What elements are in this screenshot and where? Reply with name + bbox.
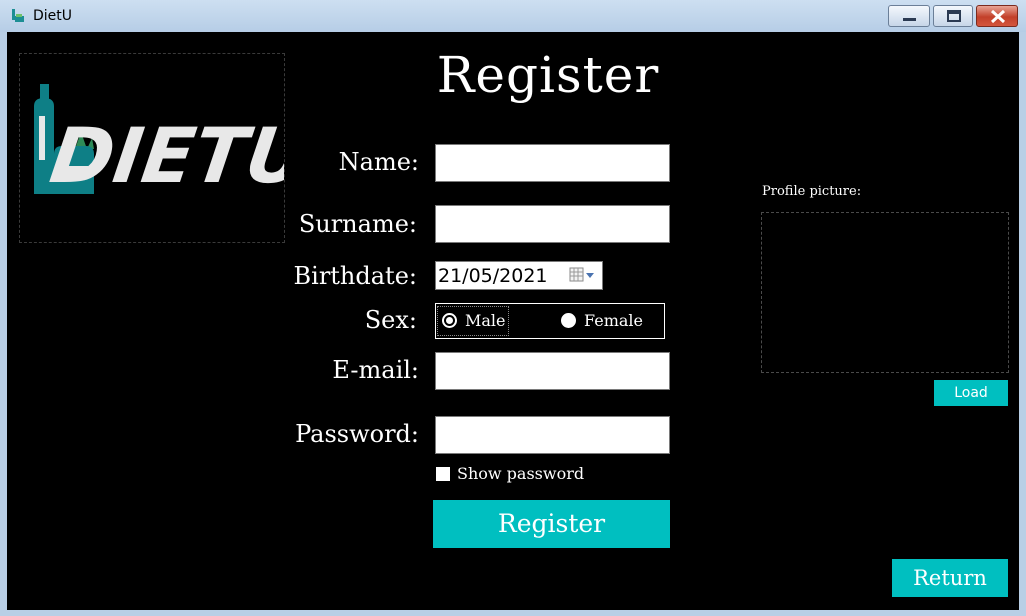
sex-option-female[interactable]: Female: [561, 311, 643, 330]
surname-field[interactable]: [435, 205, 670, 243]
show-password-checkbox[interactable]: [436, 466, 450, 481]
password-label: Password:: [295, 420, 419, 448]
name-field[interactable]: [435, 144, 670, 182]
female-radio[interactable]: [561, 313, 576, 328]
female-label: Female: [584, 311, 643, 330]
window-title: DietU: [33, 8, 73, 24]
minimize-button[interactable]: [888, 5, 930, 27]
sex-label: Sex:: [364, 306, 417, 334]
profile-picture-box: [761, 212, 1009, 373]
maximize-button[interactable]: [933, 5, 973, 27]
sex-radio-group: Male Female: [435, 303, 665, 339]
sex-option-male[interactable]: Male: [442, 311, 506, 330]
birthdate-picker[interactable]: 21/05/2021: [435, 261, 603, 290]
profile-picture-label: Profile picture:: [762, 184, 862, 199]
email-label: E-mail:: [332, 356, 419, 384]
app-icon: [12, 9, 24, 22]
show-password-toggle[interactable]: Show password: [436, 464, 584, 483]
title-bar: DietU: [0, 0, 1026, 32]
name-label: Name:: [338, 148, 419, 176]
minimize-icon: [903, 18, 916, 21]
return-button[interactable]: Return: [892, 559, 1008, 597]
surname-label: Surname:: [298, 210, 417, 238]
maximize-icon: [947, 10, 961, 22]
password-field[interactable]: [435, 416, 670, 454]
birthdate-value: 21/05/2021: [438, 265, 548, 287]
close-button[interactable]: [976, 5, 1018, 27]
email-field[interactable]: [435, 352, 670, 390]
birthdate-label: Birthdate:: [293, 262, 418, 290]
load-button[interactable]: Load: [934, 380, 1008, 406]
male-radio[interactable]: [442, 313, 457, 328]
close-icon: [990, 9, 1006, 24]
calendar-dropdown-icon[interactable]: [569, 267, 597, 283]
male-label: Male: [465, 311, 506, 330]
register-button[interactable]: Register: [433, 500, 670, 548]
register-window: DIETU Register Name: Surname: Birthdate:…: [7, 32, 1019, 610]
show-password-label: Show password: [457, 464, 585, 483]
page-title: Register: [436, 46, 660, 104]
